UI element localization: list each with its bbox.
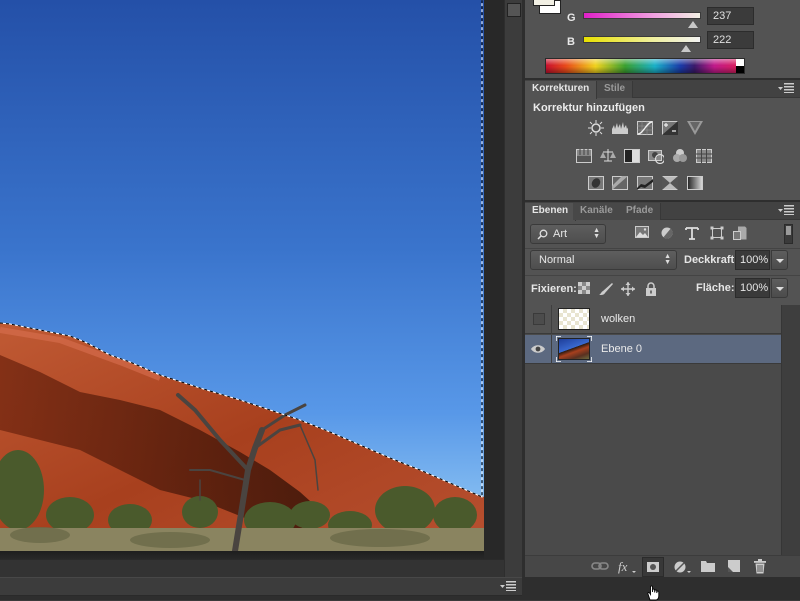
adjustments-heading: Korrektur hinzufügen: [533, 102, 645, 114]
slider-b-track[interactable]: [583, 36, 701, 43]
filter-smart-objects-icon[interactable]: [733, 226, 749, 242]
opacity-dropdown-button[interactable]: [771, 250, 788, 270]
slider-g-thumb[interactable]: [688, 21, 698, 28]
slider-b-thumb[interactable]: [681, 45, 691, 52]
new-layer-icon[interactable]: [726, 559, 744, 575]
fill-label: Fläche:: [696, 282, 735, 294]
updown-arrows-icon: ▲ ▼: [664, 253, 671, 266]
timeline-panel-bar: [0, 577, 522, 596]
panel-dock: G 237 B 222 Korrekturen Stile Korrektur …: [522, 0, 800, 600]
tab-ebenen[interactable]: Ebenen: [525, 203, 577, 221]
add-mask-icon[interactable]: [642, 557, 664, 577]
layer-thumbnail-photo: [558, 338, 590, 360]
adjustments-panel: Korrekturen Stile Korrektur hinzufügen: [525, 80, 800, 200]
lock-label: Fixieren:: [531, 283, 577, 295]
slider-g-value[interactable]: 237: [707, 7, 754, 25]
photo-filter-icon[interactable]: [648, 148, 664, 164]
layer-filter-select[interactable]: Art ▲ ▼: [530, 224, 606, 244]
layer-filter-toggle[interactable]: [784, 224, 793, 244]
levels-icon[interactable]: [612, 120, 628, 136]
black-white-swatch[interactable]: [736, 59, 744, 73]
layer-row-wolken[interactable]: wolken: [525, 305, 781, 334]
canvas-pasteboard: [0, 559, 504, 577]
layer-list: wolken Ebene 0: [525, 305, 781, 555]
posterize-icon[interactable]: [612, 175, 628, 191]
brightness-contrast-icon[interactable]: [588, 120, 604, 136]
filter-pixel-layers-icon[interactable]: [635, 226, 651, 242]
hand-cursor-icon: [647, 585, 660, 601]
filter-type-layers-icon[interactable]: [685, 226, 701, 242]
lock-position-icon[interactable]: [621, 282, 635, 296]
invert-icon[interactable]: [588, 175, 604, 191]
slider-g-label: G: [567, 12, 576, 24]
layer-filter-value: Art: [553, 228, 568, 240]
slider-g-track[interactable]: [583, 12, 701, 19]
photo-image[interactable]: [0, 0, 484, 551]
fx-icon[interactable]: fx: [617, 559, 636, 575]
color-lookup-icon[interactable]: [696, 148, 712, 164]
color-panel: G 237 B 222: [525, 0, 800, 78]
hue-saturation-icon[interactable]: [576, 148, 592, 164]
divider: [525, 275, 800, 276]
filter-adjustment-layers-icon[interactable]: [660, 226, 676, 242]
document-canvas[interactable]: [0, 0, 504, 577]
search-icon: [537, 229, 548, 240]
layer-row-ebene-0[interactable]: Ebene 0: [525, 335, 781, 364]
gradient-map-icon[interactable]: [687, 175, 703, 191]
slider-b-value[interactable]: 222: [707, 31, 754, 49]
curves-icon[interactable]: [637, 120, 653, 136]
panel-menu-icon[interactable]: [778, 205, 794, 218]
updown-arrows-icon: ▲ ▼: [593, 227, 600, 240]
eye-icon: [531, 345, 545, 353]
color-balance-icon[interactable]: [600, 148, 616, 164]
tab-korrekturen[interactable]: Korrekturen: [525, 81, 598, 99]
lock-image-pixels-icon[interactable]: [598, 282, 613, 296]
channel-mixer-icon[interactable]: [672, 148, 688, 164]
foreground-color-swatch[interactable]: [533, 0, 555, 6]
divider: [525, 248, 800, 249]
blend-mode-select[interactable]: Normal ▲ ▼: [530, 250, 677, 270]
layer-name[interactable]: Ebene 0: [601, 343, 642, 355]
layers-footer-toolbar: fx: [525, 555, 800, 577]
slider-b[interactable]: B 222: [525, 31, 800, 55]
delete-layer-icon[interactable]: [753, 559, 771, 575]
selective-color-icon[interactable]: [662, 175, 678, 191]
visibility-toggle[interactable]: [525, 305, 552, 334]
exposure-icon[interactable]: [662, 120, 678, 136]
new-group-icon[interactable]: [700, 559, 718, 575]
black-white-icon[interactable]: [624, 148, 640, 164]
fill-dropdown-button[interactable]: [771, 278, 788, 298]
vibrance-icon[interactable]: [687, 120, 703, 136]
visibility-off-box[interactable]: [533, 313, 545, 325]
filter-shape-layers-icon[interactable]: [710, 226, 726, 242]
layer-thumbnail-transparent: [558, 308, 590, 330]
tab-stile[interactable]: Stile: [597, 81, 634, 98]
opacity-input[interactable]: 100%: [735, 250, 770, 270]
tab-kanaele[interactable]: Kanäle: [573, 203, 621, 220]
link-layers-icon[interactable]: [591, 559, 609, 575]
layers-tab-bar: Ebenen Kanäle Pfade: [525, 202, 800, 221]
layers-panel: Ebenen Kanäle Pfade Art ▲ ▼ Normal ▲ ▼ D…: [525, 202, 800, 577]
tab-pfade[interactable]: Pfade: [619, 203, 662, 220]
panel-menu-icon[interactable]: [500, 581, 516, 594]
opacity-label: Deckkraft:: [684, 254, 738, 266]
scrollbar-thumb[interactable]: [507, 3, 521, 17]
svg-text:fx: fx: [618, 559, 628, 574]
visibility-toggle[interactable]: [525, 335, 552, 364]
panel-menu-icon[interactable]: [778, 83, 794, 96]
blend-mode-value: Normal: [539, 254, 575, 266]
slider-b-label: B: [567, 36, 575, 48]
lock-transparency-icon[interactable]: [578, 282, 592, 296]
threshold-icon[interactable]: [637, 175, 653, 191]
color-spectrum[interactable]: [545, 58, 745, 74]
fill-input[interactable]: 100%: [735, 278, 770, 298]
layer-name[interactable]: wolken: [601, 313, 635, 325]
slider-g[interactable]: G 237: [525, 7, 800, 31]
lock-all-icon[interactable]: [645, 282, 659, 296]
canvas-vertical-scrollbar[interactable]: [504, 0, 522, 577]
adjustments-tab-bar: Korrekturen Stile: [525, 80, 800, 99]
canvas-shadow: [0, 551, 484, 559]
adjustment-layer-icon[interactable]: [673, 559, 691, 575]
layers-scrollbar[interactable]: [781, 305, 800, 555]
